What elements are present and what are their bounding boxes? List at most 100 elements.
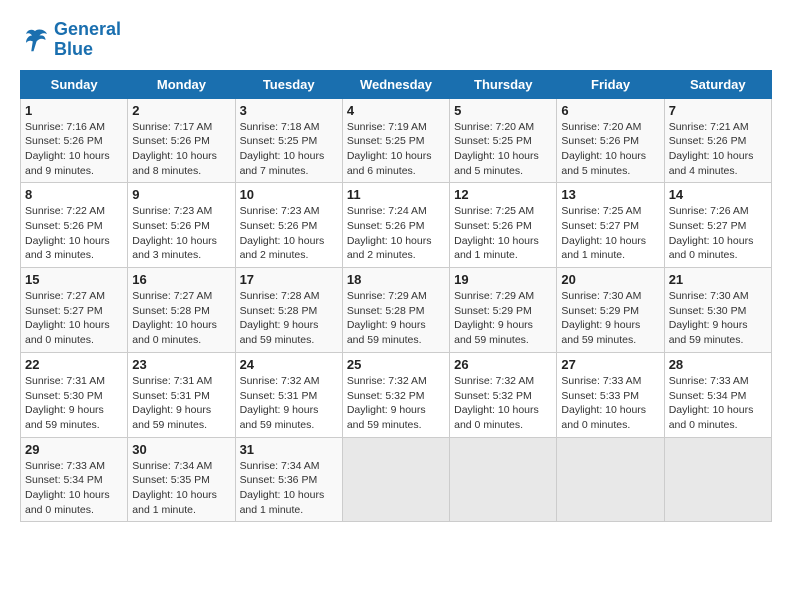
calendar-cell: 18 Sunrise: 7:29 AM Sunset: 5:28 PM Dayl…	[342, 268, 449, 353]
day-number: 18	[347, 272, 445, 287]
calendar-cell: 27 Sunrise: 7:33 AM Sunset: 5:33 PM Dayl…	[557, 352, 664, 437]
day-info: Sunrise: 7:34 AM Sunset: 5:36 PM Dayligh…	[240, 459, 338, 518]
day-info: Sunrise: 7:25 AM Sunset: 5:26 PM Dayligh…	[454, 204, 552, 263]
weekday-header-sunday: Sunday	[21, 70, 128, 98]
calendar-cell: 3 Sunrise: 7:18 AM Sunset: 5:25 PM Dayli…	[235, 98, 342, 183]
day-info: Sunrise: 7:28 AM Sunset: 5:28 PM Dayligh…	[240, 289, 338, 348]
calendar-cell: 14 Sunrise: 7:26 AM Sunset: 5:27 PM Dayl…	[664, 183, 771, 268]
day-info: Sunrise: 7:26 AM Sunset: 5:27 PM Dayligh…	[669, 204, 767, 263]
day-info: Sunrise: 7:23 AM Sunset: 5:26 PM Dayligh…	[132, 204, 230, 263]
logo-icon	[20, 25, 50, 55]
calendar-cell: 1 Sunrise: 7:16 AM Sunset: 5:26 PM Dayli…	[21, 98, 128, 183]
day-number: 1	[25, 103, 123, 118]
weekday-header-monday: Monday	[128, 70, 235, 98]
day-number: 3	[240, 103, 338, 118]
calendar-cell: 16 Sunrise: 7:27 AM Sunset: 5:28 PM Dayl…	[128, 268, 235, 353]
calendar-cell: 10 Sunrise: 7:23 AM Sunset: 5:26 PM Dayl…	[235, 183, 342, 268]
day-number: 28	[669, 357, 767, 372]
calendar-cell: 31 Sunrise: 7:34 AM Sunset: 5:36 PM Dayl…	[235, 437, 342, 522]
calendar-cell	[664, 437, 771, 522]
logo-text: General Blue	[54, 20, 121, 60]
day-info: Sunrise: 7:21 AM Sunset: 5:26 PM Dayligh…	[669, 120, 767, 179]
day-number: 12	[454, 187, 552, 202]
calendar-cell: 17 Sunrise: 7:28 AM Sunset: 5:28 PM Dayl…	[235, 268, 342, 353]
calendar-cell: 20 Sunrise: 7:30 AM Sunset: 5:29 PM Dayl…	[557, 268, 664, 353]
calendar-week-3: 15 Sunrise: 7:27 AM Sunset: 5:27 PM Dayl…	[21, 268, 772, 353]
day-info: Sunrise: 7:24 AM Sunset: 5:26 PM Dayligh…	[347, 204, 445, 263]
calendar-cell: 9 Sunrise: 7:23 AM Sunset: 5:26 PM Dayli…	[128, 183, 235, 268]
calendar-week-2: 8 Sunrise: 7:22 AM Sunset: 5:26 PM Dayli…	[21, 183, 772, 268]
day-info: Sunrise: 7:31 AM Sunset: 5:31 PM Dayligh…	[132, 374, 230, 433]
logo: General Blue	[20, 20, 121, 60]
calendar-cell: 7 Sunrise: 7:21 AM Sunset: 5:26 PM Dayli…	[664, 98, 771, 183]
calendar-week-4: 22 Sunrise: 7:31 AM Sunset: 5:30 PM Dayl…	[21, 352, 772, 437]
day-info: Sunrise: 7:20 AM Sunset: 5:26 PM Dayligh…	[561, 120, 659, 179]
calendar-cell: 15 Sunrise: 7:27 AM Sunset: 5:27 PM Dayl…	[21, 268, 128, 353]
day-number: 4	[347, 103, 445, 118]
weekday-header-friday: Friday	[557, 70, 664, 98]
day-info: Sunrise: 7:32 AM Sunset: 5:31 PM Dayligh…	[240, 374, 338, 433]
calendar-cell	[557, 437, 664, 522]
calendar-header: SundayMondayTuesdayWednesdayThursdayFrid…	[21, 70, 772, 98]
day-info: Sunrise: 7:27 AM Sunset: 5:27 PM Dayligh…	[25, 289, 123, 348]
day-number: 29	[25, 442, 123, 457]
day-number: 9	[132, 187, 230, 202]
day-number: 17	[240, 272, 338, 287]
calendar-cell	[450, 437, 557, 522]
day-info: Sunrise: 7:33 AM Sunset: 5:34 PM Dayligh…	[669, 374, 767, 433]
page-header: General Blue	[20, 20, 772, 60]
day-number: 16	[132, 272, 230, 287]
day-info: Sunrise: 7:32 AM Sunset: 5:32 PM Dayligh…	[454, 374, 552, 433]
day-info: Sunrise: 7:18 AM Sunset: 5:25 PM Dayligh…	[240, 120, 338, 179]
calendar-cell: 23 Sunrise: 7:31 AM Sunset: 5:31 PM Dayl…	[128, 352, 235, 437]
day-info: Sunrise: 7:33 AM Sunset: 5:34 PM Dayligh…	[25, 459, 123, 518]
calendar-cell: 6 Sunrise: 7:20 AM Sunset: 5:26 PM Dayli…	[557, 98, 664, 183]
weekday-header-row: SundayMondayTuesdayWednesdayThursdayFrid…	[21, 70, 772, 98]
calendar-cell: 12 Sunrise: 7:25 AM Sunset: 5:26 PM Dayl…	[450, 183, 557, 268]
calendar-cell: 26 Sunrise: 7:32 AM Sunset: 5:32 PM Dayl…	[450, 352, 557, 437]
calendar-cell	[342, 437, 449, 522]
day-number: 10	[240, 187, 338, 202]
day-number: 19	[454, 272, 552, 287]
calendar-week-5: 29 Sunrise: 7:33 AM Sunset: 5:34 PM Dayl…	[21, 437, 772, 522]
calendar-body: 1 Sunrise: 7:16 AM Sunset: 5:26 PM Dayli…	[21, 98, 772, 522]
day-number: 15	[25, 272, 123, 287]
day-number: 24	[240, 357, 338, 372]
weekday-header-thursday: Thursday	[450, 70, 557, 98]
day-info: Sunrise: 7:29 AM Sunset: 5:29 PM Dayligh…	[454, 289, 552, 348]
calendar-cell: 21 Sunrise: 7:30 AM Sunset: 5:30 PM Dayl…	[664, 268, 771, 353]
calendar-table: SundayMondayTuesdayWednesdayThursdayFrid…	[20, 70, 772, 523]
day-number: 25	[347, 357, 445, 372]
day-number: 21	[669, 272, 767, 287]
day-number: 14	[669, 187, 767, 202]
day-info: Sunrise: 7:22 AM Sunset: 5:26 PM Dayligh…	[25, 204, 123, 263]
day-number: 26	[454, 357, 552, 372]
day-number: 11	[347, 187, 445, 202]
day-info: Sunrise: 7:19 AM Sunset: 5:25 PM Dayligh…	[347, 120, 445, 179]
calendar-cell: 2 Sunrise: 7:17 AM Sunset: 5:26 PM Dayli…	[128, 98, 235, 183]
day-info: Sunrise: 7:25 AM Sunset: 5:27 PM Dayligh…	[561, 204, 659, 263]
day-info: Sunrise: 7:20 AM Sunset: 5:25 PM Dayligh…	[454, 120, 552, 179]
day-info: Sunrise: 7:32 AM Sunset: 5:32 PM Dayligh…	[347, 374, 445, 433]
day-info: Sunrise: 7:16 AM Sunset: 5:26 PM Dayligh…	[25, 120, 123, 179]
calendar-cell: 5 Sunrise: 7:20 AM Sunset: 5:25 PM Dayli…	[450, 98, 557, 183]
day-number: 2	[132, 103, 230, 118]
day-info: Sunrise: 7:29 AM Sunset: 5:28 PM Dayligh…	[347, 289, 445, 348]
calendar-cell: 4 Sunrise: 7:19 AM Sunset: 5:25 PM Dayli…	[342, 98, 449, 183]
day-info: Sunrise: 7:17 AM Sunset: 5:26 PM Dayligh…	[132, 120, 230, 179]
day-number: 31	[240, 442, 338, 457]
calendar-week-1: 1 Sunrise: 7:16 AM Sunset: 5:26 PM Dayli…	[21, 98, 772, 183]
weekday-header-tuesday: Tuesday	[235, 70, 342, 98]
day-info: Sunrise: 7:30 AM Sunset: 5:29 PM Dayligh…	[561, 289, 659, 348]
calendar-cell: 28 Sunrise: 7:33 AM Sunset: 5:34 PM Dayl…	[664, 352, 771, 437]
day-info: Sunrise: 7:23 AM Sunset: 5:26 PM Dayligh…	[240, 204, 338, 263]
calendar-cell: 8 Sunrise: 7:22 AM Sunset: 5:26 PM Dayli…	[21, 183, 128, 268]
day-info: Sunrise: 7:33 AM Sunset: 5:33 PM Dayligh…	[561, 374, 659, 433]
day-number: 22	[25, 357, 123, 372]
day-number: 5	[454, 103, 552, 118]
day-number: 30	[132, 442, 230, 457]
calendar-cell: 19 Sunrise: 7:29 AM Sunset: 5:29 PM Dayl…	[450, 268, 557, 353]
day-info: Sunrise: 7:34 AM Sunset: 5:35 PM Dayligh…	[132, 459, 230, 518]
day-number: 20	[561, 272, 659, 287]
calendar-cell: 30 Sunrise: 7:34 AM Sunset: 5:35 PM Dayl…	[128, 437, 235, 522]
